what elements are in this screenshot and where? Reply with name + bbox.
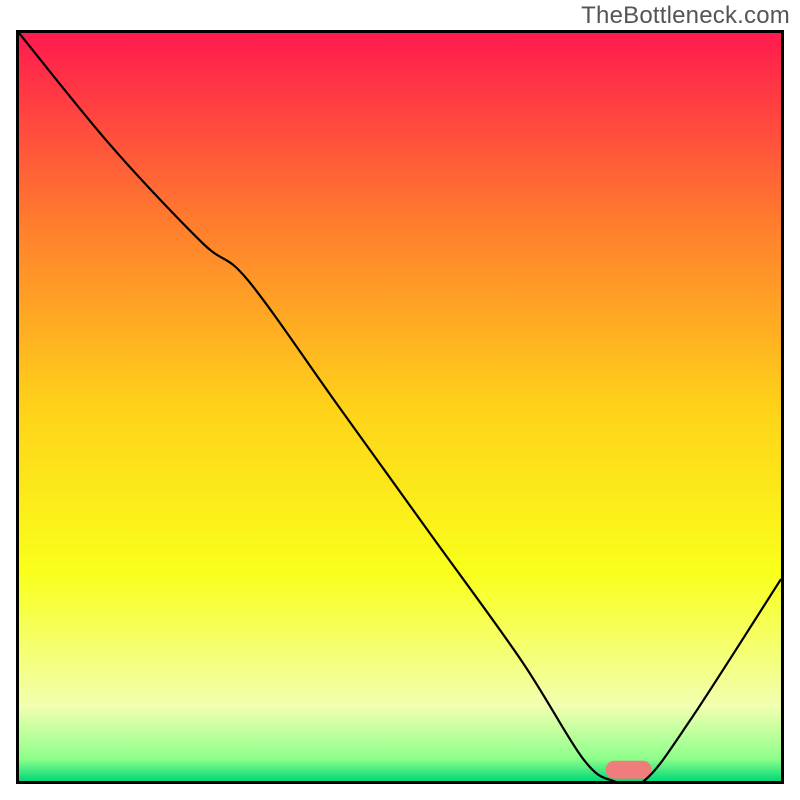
- gradient-fill-rect: [19, 33, 781, 781]
- plot-frame: [16, 30, 784, 784]
- chart-svg: [19, 33, 781, 781]
- optimal-range-marker: [606, 761, 652, 779]
- watermark-label: TheBottleneck.com: [581, 2, 790, 30]
- chart-container: TheBottleneck.com: [0, 0, 800, 800]
